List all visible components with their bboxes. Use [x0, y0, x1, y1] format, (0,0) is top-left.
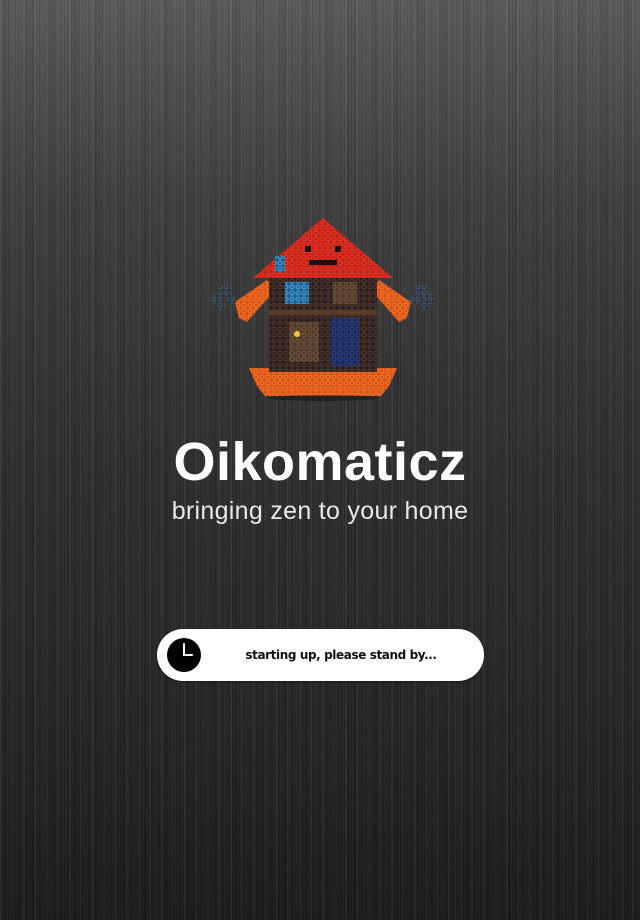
clock-icon: [166, 637, 202, 673]
startup-status-text: starting up, please stand by...: [245, 648, 437, 662]
startup-status-pill: starting up, please stand by...: [157, 629, 484, 681]
splash-screen: Oikomaticz bringing zen to your home sta…: [0, 0, 640, 920]
bead-house-mascot-icon: [205, 218, 441, 402]
tagline: bringing zen to your home: [171, 497, 469, 525]
left-hand: [211, 284, 236, 310]
app-title: Oikomaticz: [173, 432, 467, 492]
right-hand: [410, 284, 435, 310]
